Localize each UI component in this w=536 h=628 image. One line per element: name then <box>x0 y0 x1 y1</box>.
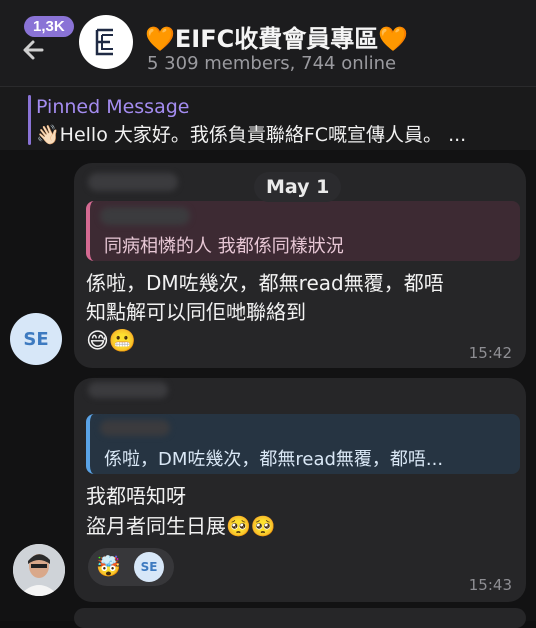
date-chip: May 1 <box>254 172 342 202</box>
reaction-emoji: 🤯 <box>96 554 121 578</box>
message-text-line: 盜月者同生日展🥺🥺 <box>86 514 276 538</box>
user-avatar[interactable] <box>13 544 65 596</box>
member-count: 5 309 members, 744 online <box>147 53 397 74</box>
channel-avatar[interactable] <box>79 15 133 69</box>
redacted-reply-author <box>100 207 190 225</box>
unread-count-badge: 1,3K <box>24 16 74 37</box>
message-text-line: 係啦，DM咗幾次，都無read無覆，都唔 <box>86 271 444 295</box>
reaction-pill[interactable]: 🤯 SE <box>88 548 174 586</box>
redacted-sender-name <box>88 382 168 398</box>
redacted-reply-author <box>100 420 170 436</box>
pinned-message-bar[interactable]: Pinned Message 👋🏻Hello 大家好。我係負責聯絡FC嘅宣傳人員… <box>0 86 536 151</box>
chat-title[interactable]: 🧡EIFC收費會員專區🧡 <box>145 19 408 54</box>
redacted-sender-name <box>88 173 178 191</box>
reply-quote-text: 係啦，DM咗幾次，都無read無覆，都唔... <box>104 449 444 470</box>
message-bubble-partial <box>74 608 526 628</box>
message-time: 15:43 <box>468 576 512 594</box>
back-arrow-icon[interactable] <box>20 34 52 66</box>
reaction-user-avatar: SE <box>134 552 164 582</box>
sender-avatar[interactable]: SE <box>10 313 62 365</box>
reply-quote[interactable]: 同病相憐的人 我都係同樣狀況 <box>86 201 520 261</box>
user-photo-icon <box>13 544 65 596</box>
message-time: 15:42 <box>468 344 512 362</box>
message-text-line: 我都唔知呀 <box>86 484 186 508</box>
message-text-line: 知點解可以同佢哋聯絡到 <box>86 300 306 324</box>
channel-logo-icon <box>95 28 113 56</box>
pinned-indicator <box>28 95 31 145</box>
message-bubble[interactable]: 係啦，DM咗幾次，都無read無覆，都唔... 我都唔知呀 盜月者同生日展🥺🥺 … <box>74 378 526 602</box>
reply-quote-text: 同病相憐的人 我都係同樣狀況 <box>104 236 344 257</box>
reply-quote[interactable]: 係啦，DM咗幾次，都無read無覆，都唔... <box>86 414 520 474</box>
pinned-label: Pinned Message <box>36 96 190 118</box>
message-emojis: 😅😬 <box>86 329 137 354</box>
chat-header: 1,3K 🧡EIFC收費會員專區🧡 5 309 members, 744 onl… <box>0 0 536 86</box>
pinned-text: 👋🏻Hello 大家好。我係負責聯絡FC嘅宣傳人員。 ... <box>36 124 467 146</box>
